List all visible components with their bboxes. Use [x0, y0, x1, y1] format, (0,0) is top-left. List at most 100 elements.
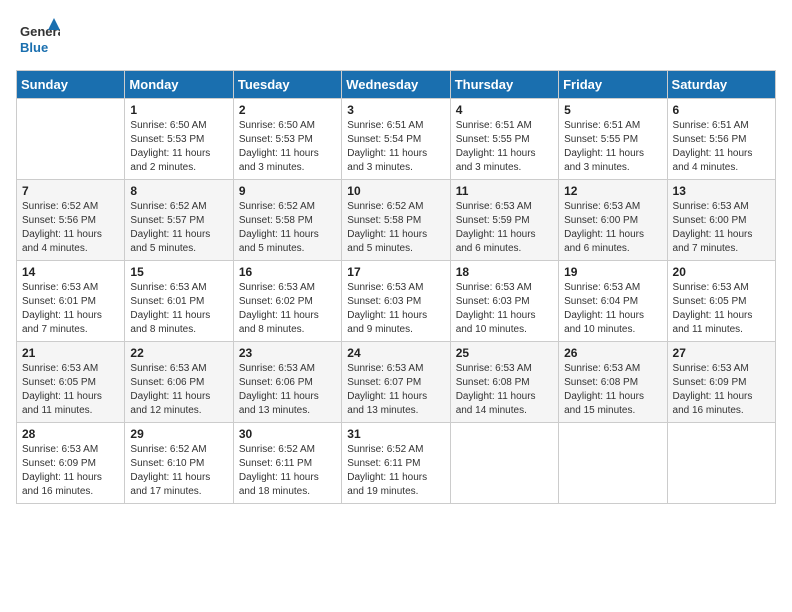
day-number: 31 — [347, 427, 444, 441]
day-number: 13 — [673, 184, 770, 198]
day-cell: 29 Sunrise: 6:52 AMSunset: 6:10 PMDayligh… — [125, 423, 233, 504]
day-info: Sunrise: 6:52 AMSunset: 6:10 PMDaylight:… — [130, 443, 227, 499]
day-number: 3 — [347, 103, 444, 117]
day-info: Sunrise: 6:53 AMSunset: 6:01 PMDaylight:… — [22, 281, 119, 337]
day-number: 9 — [239, 184, 336, 198]
day-info: Sunrise: 6:53 AMSunset: 5:59 PMDaylight:… — [456, 200, 553, 256]
svg-text:Blue: Blue — [20, 40, 48, 55]
day-header-friday: Friday — [559, 71, 667, 99]
day-info: Sunrise: 6:53 AMSunset: 6:04 PMDaylight:… — [564, 281, 661, 337]
day-cell: 14 Sunrise: 6:53 AMSunset: 6:01 PMDayligh… — [17, 261, 125, 342]
day-number: 18 — [456, 265, 553, 279]
day-header-monday: Monday — [125, 71, 233, 99]
day-info: Sunrise: 6:52 AMSunset: 6:11 PMDaylight:… — [347, 443, 444, 499]
day-info: Sunrise: 6:53 AMSunset: 6:05 PMDaylight:… — [673, 281, 770, 337]
logo-svg: General Blue — [16, 16, 60, 60]
day-cell: 31 Sunrise: 6:52 AMSunset: 6:11 PMDayligh… — [342, 423, 450, 504]
day-info: Sunrise: 6:53 AMSunset: 6:09 PMDaylight:… — [673, 362, 770, 418]
day-cell: 20 Sunrise: 6:53 AMSunset: 6:05 PMDayligh… — [667, 261, 775, 342]
day-cell: 4 Sunrise: 6:51 AMSunset: 5:55 PMDaylight… — [450, 99, 558, 180]
day-info: Sunrise: 6:53 AMSunset: 6:00 PMDaylight:… — [673, 200, 770, 256]
day-info: Sunrise: 6:50 AMSunset: 5:53 PMDaylight:… — [239, 119, 336, 175]
day-cell: 28 Sunrise: 6:53 AMSunset: 6:09 PMDayligh… — [17, 423, 125, 504]
day-number: 10 — [347, 184, 444, 198]
day-cell: 8 Sunrise: 6:52 AMSunset: 5:57 PMDaylight… — [125, 180, 233, 261]
day-cell: 23 Sunrise: 6:53 AMSunset: 6:06 PMDayligh… — [233, 342, 341, 423]
day-cell: 11 Sunrise: 6:53 AMSunset: 5:59 PMDayligh… — [450, 180, 558, 261]
day-number: 11 — [456, 184, 553, 198]
day-number: 22 — [130, 346, 227, 360]
day-info: Sunrise: 6:53 AMSunset: 6:02 PMDaylight:… — [239, 281, 336, 337]
day-number: 27 — [673, 346, 770, 360]
calendar-table: SundayMondayTuesdayWednesdayThursdayFrid… — [16, 70, 776, 504]
day-number: 4 — [456, 103, 553, 117]
day-number: 24 — [347, 346, 444, 360]
day-cell: 10 Sunrise: 6:52 AMSunset: 5:58 PMDayligh… — [342, 180, 450, 261]
day-info: Sunrise: 6:53 AMSunset: 6:09 PMDaylight:… — [22, 443, 119, 499]
day-cell: 5Sunrise: 6:51 AMSunset: 5:55 PMDaylight… — [559, 99, 667, 180]
day-cell: 9 Sunrise: 6:52 AMSunset: 5:58 PMDaylight… — [233, 180, 341, 261]
day-number: 6 — [673, 103, 770, 117]
day-cell: 24 Sunrise: 6:53 AMSunset: 6:07 PMDayligh… — [342, 342, 450, 423]
day-cell: 7Sunrise: 6:52 AMSunset: 5:56 PMDaylight… — [17, 180, 125, 261]
day-number: 20 — [673, 265, 770, 279]
day-number: 2 — [239, 103, 336, 117]
day-number: 14 — [22, 265, 119, 279]
day-cell: 3 Sunrise: 6:51 AMSunset: 5:54 PMDaylight… — [342, 99, 450, 180]
day-cell — [450, 423, 558, 504]
day-number: 30 — [239, 427, 336, 441]
day-number: 8 — [130, 184, 227, 198]
day-header-sunday: Sunday — [17, 71, 125, 99]
day-number: 12 — [564, 184, 661, 198]
day-cell: 16 Sunrise: 6:53 AMSunset: 6:02 PMDayligh… — [233, 261, 341, 342]
day-cell — [17, 99, 125, 180]
day-info: Sunrise: 6:53 AMSunset: 6:05 PMDaylight:… — [22, 362, 119, 418]
day-number: 21 — [22, 346, 119, 360]
day-info: Sunrise: 6:53 AMSunset: 6:08 PMDaylight:… — [456, 362, 553, 418]
day-info: Sunrise: 6:53 AMSunset: 6:06 PMDaylight:… — [130, 362, 227, 418]
day-cell: 15 Sunrise: 6:53 AMSunset: 6:01 PMDayligh… — [125, 261, 233, 342]
day-header-wednesday: Wednesday — [342, 71, 450, 99]
days-header-row: SundayMondayTuesdayWednesdayThursdayFrid… — [17, 71, 776, 99]
day-info: Sunrise: 6:51 AMSunset: 5:55 PMDaylight:… — [456, 119, 553, 175]
day-cell: 26 Sunrise: 6:53 AMSunset: 6:08 PMDayligh… — [559, 342, 667, 423]
day-info: Sunrise: 6:52 AMSunset: 5:58 PMDaylight:… — [347, 200, 444, 256]
day-header-saturday: Saturday — [667, 71, 775, 99]
week-row-3: 14 Sunrise: 6:53 AMSunset: 6:01 PMDayligh… — [17, 261, 776, 342]
day-info: Sunrise: 6:53 AMSunset: 6:08 PMDaylight:… — [564, 362, 661, 418]
page-header: General Blue — [16, 16, 776, 60]
day-info: Sunrise: 6:53 AMSunset: 6:07 PMDaylight:… — [347, 362, 444, 418]
day-number: 1 — [130, 103, 227, 117]
day-header-thursday: Thursday — [450, 71, 558, 99]
week-row-5: 28 Sunrise: 6:53 AMSunset: 6:09 PMDayligh… — [17, 423, 776, 504]
day-info: Sunrise: 6:52 AMSunset: 5:56 PMDaylight:… — [22, 200, 119, 256]
day-info: Sunrise: 6:52 AMSunset: 5:58 PMDaylight:… — [239, 200, 336, 256]
day-cell — [559, 423, 667, 504]
day-number: 16 — [239, 265, 336, 279]
day-info: Sunrise: 6:53 AMSunset: 6:03 PMDaylight:… — [347, 281, 444, 337]
day-number: 17 — [347, 265, 444, 279]
day-info: Sunrise: 6:52 AMSunset: 5:57 PMDaylight:… — [130, 200, 227, 256]
day-info: Sunrise: 6:53 AMSunset: 6:01 PMDaylight:… — [130, 281, 227, 337]
day-number: 29 — [130, 427, 227, 441]
day-info: Sunrise: 6:53 AMSunset: 6:06 PMDaylight:… — [239, 362, 336, 418]
day-cell: 27 Sunrise: 6:53 AMSunset: 6:09 PMDayligh… — [667, 342, 775, 423]
day-number: 26 — [564, 346, 661, 360]
day-number: 28 — [22, 427, 119, 441]
day-cell: 17 Sunrise: 6:53 AMSunset: 6:03 PMDayligh… — [342, 261, 450, 342]
day-number: 15 — [130, 265, 227, 279]
day-cell: 30Sunrise: 6:52 AMSunset: 6:11 PMDayligh… — [233, 423, 341, 504]
logo: General Blue — [16, 16, 60, 60]
day-header-tuesday: Tuesday — [233, 71, 341, 99]
day-number: 23 — [239, 346, 336, 360]
day-cell: 25 Sunrise: 6:53 AMSunset: 6:08 PMDayligh… — [450, 342, 558, 423]
day-cell: 12Sunrise: 6:53 AMSunset: 6:00 PMDayligh… — [559, 180, 667, 261]
day-cell: 21 Sunrise: 6:53 AMSunset: 6:05 PMDayligh… — [17, 342, 125, 423]
day-cell — [667, 423, 775, 504]
day-cell: 19Sunrise: 6:53 AMSunset: 6:04 PMDayligh… — [559, 261, 667, 342]
day-cell: 6Sunrise: 6:51 AMSunset: 5:56 PMDaylight… — [667, 99, 775, 180]
day-info: Sunrise: 6:51 AMSunset: 5:54 PMDaylight:… — [347, 119, 444, 175]
day-number: 25 — [456, 346, 553, 360]
day-cell: 2 Sunrise: 6:50 AMSunset: 5:53 PMDaylight… — [233, 99, 341, 180]
week-row-4: 21 Sunrise: 6:53 AMSunset: 6:05 PMDayligh… — [17, 342, 776, 423]
